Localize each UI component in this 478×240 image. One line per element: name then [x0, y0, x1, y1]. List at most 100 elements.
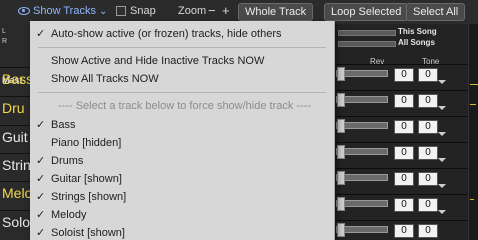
checkmark-icon: ✓ [36, 173, 46, 185]
menu-item-show-all[interactable]: Show All Tracks NOW [30, 70, 334, 88]
this-song-label: This Song [398, 27, 437, 36]
show-tracks-label: Show Tracks [33, 5, 96, 17]
menu-item-label: Show All Tracks NOW [51, 73, 159, 85]
tone-value[interactable]: 0 [418, 120, 438, 134]
timeline-marker [470, 104, 476, 105]
all-songs-label: All Songs [398, 38, 435, 47]
slider-knob[interactable] [337, 197, 345, 211]
loop-selected-button[interactable]: Loop Selected [324, 3, 409, 21]
menu-item-label: Bass [51, 119, 76, 131]
volume-slider[interactable] [336, 119, 388, 133]
mixer-row: 0 0 [334, 64, 478, 87]
track-name-melody[interactable]: Melo [0, 181, 34, 203]
rev-value[interactable]: 0 [394, 198, 414, 212]
tone-value[interactable]: 0 [418, 198, 438, 212]
row-dropdown-arrow-icon[interactable] [438, 106, 446, 110]
zoom-in-button[interactable]: + [222, 3, 230, 19]
timeline-marker [470, 199, 474, 200]
snap-toggle[interactable]: Snap [116, 3, 156, 19]
volume-slider[interactable] [336, 197, 388, 211]
menu-item-track-drums[interactable]: ✓ Drums [30, 152, 334, 170]
checkmark-icon: ✓ [36, 191, 46, 203]
eye-icon [18, 7, 30, 16]
whole-track-button[interactable]: Whole Track [238, 3, 314, 21]
timeline-marker [470, 84, 478, 85]
menu-item-label: Auto-show active (or frozen) tracks, hid… [51, 28, 282, 40]
tone-value[interactable]: 0 [418, 94, 438, 108]
left-channel-label: L [2, 28, 6, 35]
track-name-soloist[interactable]: Solo [0, 210, 34, 232]
rev-value[interactable]: 0 [394, 68, 414, 82]
chevron-down-icon: ⌄ [99, 6, 108, 17]
slider-knob[interactable] [337, 171, 345, 185]
track-name-strings[interactable]: Strin [0, 153, 34, 175]
row-dropdown-arrow-icon[interactable] [438, 80, 446, 84]
slider-knob[interactable] [337, 93, 345, 107]
track-name-drums[interactable]: Dru [0, 96, 34, 118]
checkmark-icon: ✓ [36, 209, 46, 221]
menu-header-label: ---- Select a track below to force show/… [58, 100, 312, 112]
tone-value[interactable]: 0 [418, 172, 438, 186]
mixer-panel: This Song All Songs Rev Tone 0 0 0 0 0 0… [334, 24, 478, 240]
rev-value[interactable]: 0 [394, 172, 414, 186]
menu-item-track-bass[interactable]: ✓ Bass [30, 116, 334, 134]
menu-item-track-guitar[interactable]: ✓ Guitar [shown] [30, 170, 334, 188]
menu-section-header: ---- Select a track below to force show/… [30, 97, 334, 115]
row-dropdown-arrow-icon[interactable] [438, 184, 446, 188]
rev-value[interactable]: 0 [394, 120, 414, 134]
slider-knob[interactable] [337, 67, 345, 81]
menu-item-track-melody[interactable]: ✓ Melody [30, 206, 334, 224]
slider-knob[interactable] [337, 223, 345, 237]
menu-item-track-piano[interactable]: Piano [hidden] [30, 134, 334, 152]
menu-item-label: Show Active and Hide Inactive Tracks NOW [51, 55, 265, 67]
track-name-guitar[interactable]: Guit [0, 125, 34, 147]
tone-value[interactable]: 0 [418, 68, 438, 82]
menu-separator [38, 47, 326, 48]
mixer-row: 0 0 [334, 142, 478, 165]
row-dropdown-arrow-icon[interactable] [438, 158, 446, 162]
menu-separator [38, 92, 326, 93]
checkmark-icon: ✓ [36, 155, 46, 167]
zoom-label: Zoom [178, 5, 207, 17]
menu-item-show-active[interactable]: Show Active and Hide Inactive Tracks NOW [30, 52, 334, 70]
volume-slider[interactable] [336, 171, 388, 185]
slider-knob[interactable] [337, 119, 345, 133]
track-list: L R Mast Bass Dru Guit Strin Melo Solo [0, 24, 34, 240]
snap-checkbox[interactable] [116, 6, 126, 17]
rev-value[interactable]: 0 [394, 224, 414, 238]
mixer-row: 0 0 [334, 194, 478, 217]
show-tracks-menu[interactable]: Show Tracks ⌄ [18, 3, 107, 19]
volume-slider[interactable] [336, 93, 388, 107]
rev-value[interactable]: 0 [394, 94, 414, 108]
mixer-row: 0 0 [334, 90, 478, 113]
slider-knob[interactable] [337, 145, 345, 159]
row-dropdown-arrow-icon[interactable] [438, 132, 446, 136]
menu-item-label: Piano [hidden] [51, 137, 122, 149]
timeline-strip [468, 24, 478, 240]
tone-value[interactable]: 0 [418, 146, 438, 160]
menu-item-label: Soloist [shown] [51, 227, 125, 239]
right-channel-label: R [2, 38, 8, 45]
menu-item-label: Drums [51, 155, 84, 167]
this-song-slider[interactable] [338, 30, 396, 36]
row-dropdown-arrow-icon[interactable] [438, 210, 446, 214]
volume-slider[interactable] [336, 223, 388, 237]
tone-value[interactable]: 0 [418, 224, 438, 238]
show-tracks-dropdown: ✓ Auto-show active (or frozen) tracks, h… [30, 21, 335, 240]
track-name-bass[interactable]: Bass [0, 67, 34, 89]
checkmark-icon: ✓ [36, 28, 46, 40]
volume-slider[interactable] [336, 145, 388, 159]
menu-item-track-strings[interactable]: ✓ Strings [shown] [30, 188, 334, 206]
all-songs-slider[interactable] [338, 41, 396, 47]
menu-item-label: Guitar [shown] [51, 173, 122, 185]
menu-item-auto-show[interactable]: ✓ Auto-show active (or frozen) tracks, h… [30, 25, 334, 43]
menu-item-label: Strings [shown] [51, 191, 127, 203]
volume-slider[interactable] [336, 67, 388, 81]
mixer-row: 0 0 [334, 220, 478, 240]
select-all-button[interactable]: Select All [406, 3, 466, 21]
rev-value[interactable]: 0 [394, 146, 414, 160]
menu-item-label: Melody [51, 209, 87, 221]
menu-item-track-soloist[interactable]: ✓ Soloist [shown] [30, 224, 334, 240]
zoom-out-button[interactable]: − [208, 3, 216, 19]
mixer-row: 0 0 [334, 116, 478, 139]
